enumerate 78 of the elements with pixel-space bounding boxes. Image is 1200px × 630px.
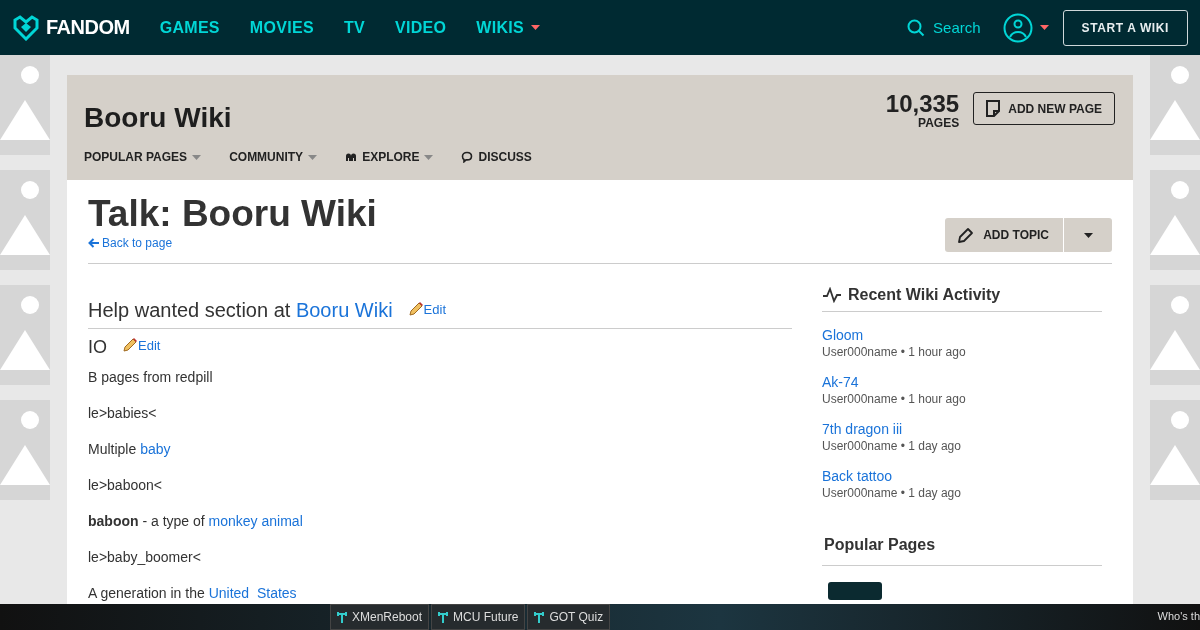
caret-icon <box>530 25 540 30</box>
activity-meta: User000name • 1 hour ago <box>822 345 967 359</box>
nav-link[interactable]: MOVIES <box>249 18 314 37</box>
wiki-menu-item[interactable]: EXPLORE <box>345 150 434 164</box>
edit-link[interactable]: Edit <box>407 301 446 317</box>
page-count: 10,335 <box>885 92 960 116</box>
image-placeholder-icon <box>1150 400 1200 500</box>
pencil-icon <box>407 301 424 317</box>
caret-icon <box>424 154 434 160</box>
fandom-logo[interactable]: FANDOM <box>12 14 130 41</box>
activity-meta: User000name • 1 hour ago <box>822 392 967 406</box>
subsection-heading: IO <box>88 337 107 358</box>
section-heading: Help wanted section at Booru Wiki <box>88 299 393 322</box>
caret-icon <box>308 154 318 160</box>
activity-meta: User000name • 1 day ago <box>822 439 962 453</box>
page-count-label: PAGES <box>918 116 960 130</box>
start-wiki-button[interactable]: START A WIKI <box>1062 9 1188 46</box>
nav-link[interactable]: VIDEO <box>394 18 447 37</box>
paragraph: A generation in the United States <box>88 584 298 602</box>
paragraph: B pages from redpill <box>88 368 214 386</box>
wiki-menu-item[interactable]: POPULAR PAGES <box>84 150 202 164</box>
activity-page-link[interactable]: Gloom <box>822 327 1102 343</box>
text-link[interactable]: baby <box>140 441 171 457</box>
image-placeholder-icon <box>0 285 50 385</box>
user-avatar-icon[interactable] <box>1002 12 1033 43</box>
bottom-bar-tab[interactable]: GOT Quiz <box>527 604 611 630</box>
nav-link[interactable]: WIKIS <box>476 18 540 37</box>
search-icon <box>907 18 926 37</box>
activity-page-link[interactable]: Ak-74 <box>822 374 1102 390</box>
edit-link[interactable]: Edit <box>122 337 161 353</box>
text-link[interactable]: monkey animal <box>208 513 303 529</box>
add-topic-dropdown-button[interactable] <box>1063 218 1112 252</box>
image-placeholder-icon <box>1150 285 1200 385</box>
paragraph: le>baby_boomer< <box>88 548 202 566</box>
add-new-page-button[interactable]: ADD NEW PAGE <box>973 92 1115 125</box>
wiki-menu-item[interactable]: DISCUSS <box>461 150 532 164</box>
antenna-icon <box>534 611 545 623</box>
nav-link[interactable]: TV <box>343 18 365 37</box>
activity-page-link[interactable]: 7th dragon iii <box>822 421 1102 437</box>
page-thumbnail[interactable] <box>828 582 882 600</box>
paragraph: Multiple baby <box>88 440 172 458</box>
wiki-menu-item[interactable]: COMMUNITY <box>229 150 318 164</box>
activity-icon <box>822 287 842 303</box>
add-topic-button[interactable]: ADD TOPIC <box>945 218 1063 252</box>
back-link[interactable]: Back to page <box>88 236 173 250</box>
nav-link[interactable]: GAMES <box>159 18 220 37</box>
text-link[interactable]: United States <box>208 585 297 601</box>
pencil-icon <box>957 226 976 244</box>
bottom-bar-tab[interactable]: XMenReboot <box>330 604 430 630</box>
search-link[interactable]: Search <box>907 18 981 37</box>
image-placeholder-icon <box>0 170 50 270</box>
activity-meta: User000name • 1 day ago <box>822 486 962 500</box>
antenna-icon <box>438 611 449 623</box>
image-placeholder-icon <box>1150 170 1200 270</box>
paragraph: baboon - a type of monkey animal <box>88 512 304 530</box>
activity-title: Recent Wiki Activity <box>848 286 1001 304</box>
wiki-title[interactable]: Booru Wiki <box>84 102 232 134</box>
activity-page-link[interactable]: Back tattoo <box>822 468 1102 484</box>
caret-icon <box>1083 232 1093 238</box>
page-title: Talk: Booru Wiki <box>88 194 377 234</box>
caret-icon <box>192 154 202 160</box>
popular-pages-title: Popular Pages <box>822 536 1102 566</box>
binoculars-icon <box>345 152 358 162</box>
caret-icon <box>1039 25 1049 30</box>
bottom-bar-text: Who's th <box>1157 610 1200 622</box>
image-placeholder-icon <box>0 55 50 155</box>
image-placeholder-icon <box>0 400 50 500</box>
antenna-icon <box>337 611 347 623</box>
arrow-left-icon <box>88 238 100 248</box>
heart-logo-icon <box>12 14 40 41</box>
bottom-bar-tab[interactable]: MCU Future <box>431 604 526 630</box>
paragraph: le>baboon< <box>88 476 163 494</box>
image-placeholder-icon <box>1150 55 1200 155</box>
pencil-icon <box>122 337 138 353</box>
paragraph: le>babies< <box>88 404 158 422</box>
page-icon <box>986 100 1001 117</box>
heading-link[interactable]: Booru Wiki <box>295 299 393 321</box>
speech-bubble-icon <box>461 151 474 163</box>
